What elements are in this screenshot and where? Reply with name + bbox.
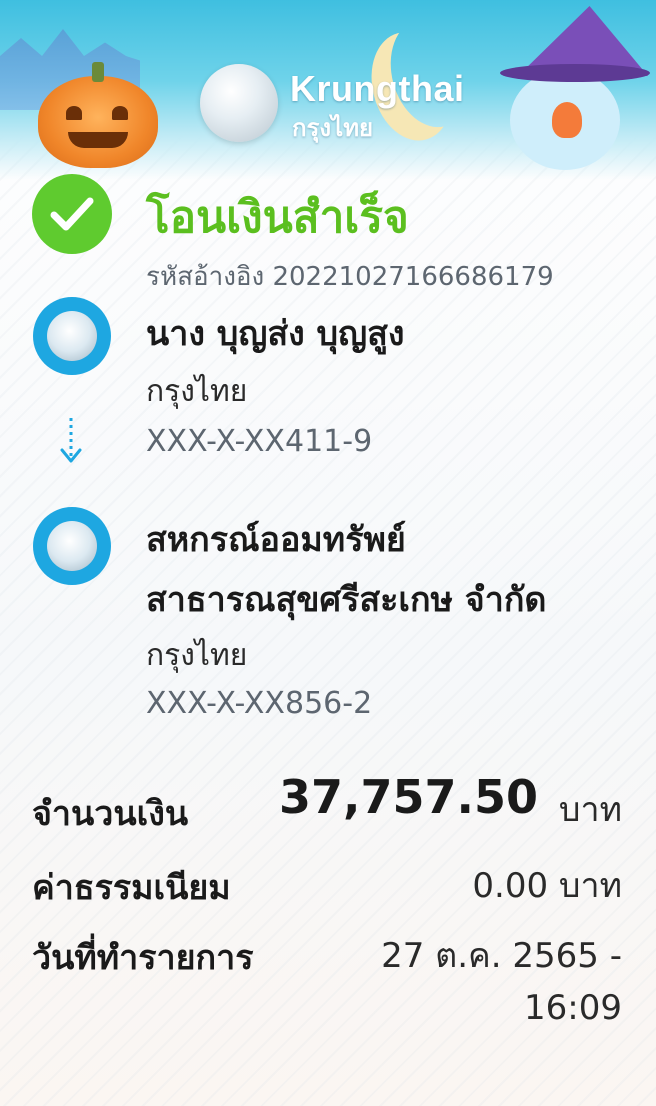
sender-bank: กรุงไทย [146,374,248,409]
mascot-beak [552,102,582,138]
krungthai-logo-icon [47,521,97,571]
recipient-name-line2: สาธารณสุขศรีสะเกษ จำกัด [146,580,547,620]
transaction-date: 27 ต.ค. 2565 - [381,936,622,976]
fee-label: ค่าธรรมเนียม [32,868,231,908]
fee-value: 0.00 บาท [472,866,622,906]
sender-name: นาง บุญส่ง บุญสูง [146,314,405,354]
sender-account: XXX-X-XX411-9 [146,424,373,459]
recipient-bank-icon [33,507,111,585]
brand-name: Krungthai [290,68,465,109]
pumpkin-mouth [68,132,128,148]
amount-unit: บาท [558,790,622,830]
mascot-illustration [500,6,650,176]
recipient-name-line1: สหกรณ์ออมทรัพย์ [146,520,406,560]
reference-number: รหัสอ้างอิง 20221027166686179 [146,262,554,292]
krungthai-logo: Krungthai กรุงไทย [200,64,465,144]
check-icon [32,174,112,254]
recipient-account: XXX-X-XX856-2 [146,686,373,721]
sender-bank-icon [33,297,111,375]
krungthai-logo-icon [47,311,97,361]
status-title: โอนเงินสำเร็จ [146,192,409,243]
pumpkin-illustration [38,62,158,168]
header-banner: Krungthai กรุงไทย [0,0,656,180]
pumpkin-eye [66,106,82,120]
witch-hat-brim [500,64,650,82]
amount-label: จำนวนเงิน [32,794,189,834]
krungthai-logo-icon [200,64,278,142]
brand-name-thai: กรุงไทย [292,114,374,142]
transaction-time: 16:09 [524,988,622,1028]
amount-value: 37,757.50 [279,770,538,824]
arrow-down-icon [60,418,82,463]
transfer-slip: Krungthai กรุงไทย โอนเงินสำเร็จ รหัสอ้าง… [0,0,656,1106]
pumpkin-eye [112,106,128,120]
date-label: วันที่ทำรายการ [32,938,254,978]
recipient-bank: กรุงไทย [146,638,248,673]
